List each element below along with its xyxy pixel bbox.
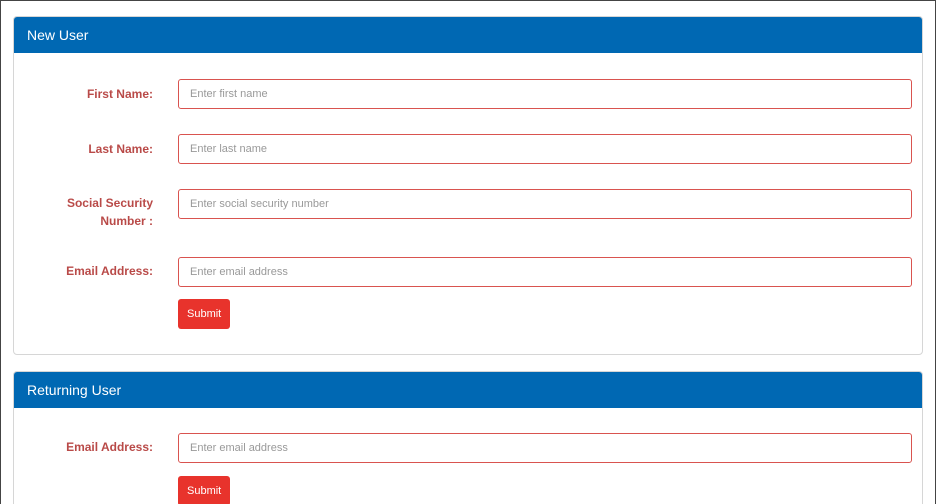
returning-email-label: Email Address: xyxy=(66,440,153,454)
new-user-submit-button[interactable]: Submit xyxy=(178,299,231,329)
new-email-label: Email Address: xyxy=(66,264,153,278)
returning-user-panel-title: Returning User xyxy=(14,372,922,408)
new-user-panel: New User First Name: Last Name: Social S… xyxy=(13,16,923,355)
new-user-panel-title: New User xyxy=(14,17,922,53)
ssn-label-line2: Number : xyxy=(100,214,153,228)
new-email-input[interactable] xyxy=(178,257,912,287)
page: New User First Name: Last Name: Social S… xyxy=(0,0,936,504)
returning-user-panel: Returning User Email Address: Submit xyxy=(13,371,923,504)
last-name-input[interactable] xyxy=(178,134,912,164)
ssn-label-line1: Social Security xyxy=(66,196,153,210)
ssn-input[interactable] xyxy=(178,189,912,219)
returning-email-input[interactable] xyxy=(178,433,912,463)
returning-user-submit-button[interactable]: Submit xyxy=(178,476,231,504)
ssn-label: Social Security Number : xyxy=(33,194,153,230)
last-name-label: Last Name: xyxy=(88,142,153,156)
first-name-label: First Name: xyxy=(86,87,153,101)
first-name-input[interactable] xyxy=(178,79,912,109)
